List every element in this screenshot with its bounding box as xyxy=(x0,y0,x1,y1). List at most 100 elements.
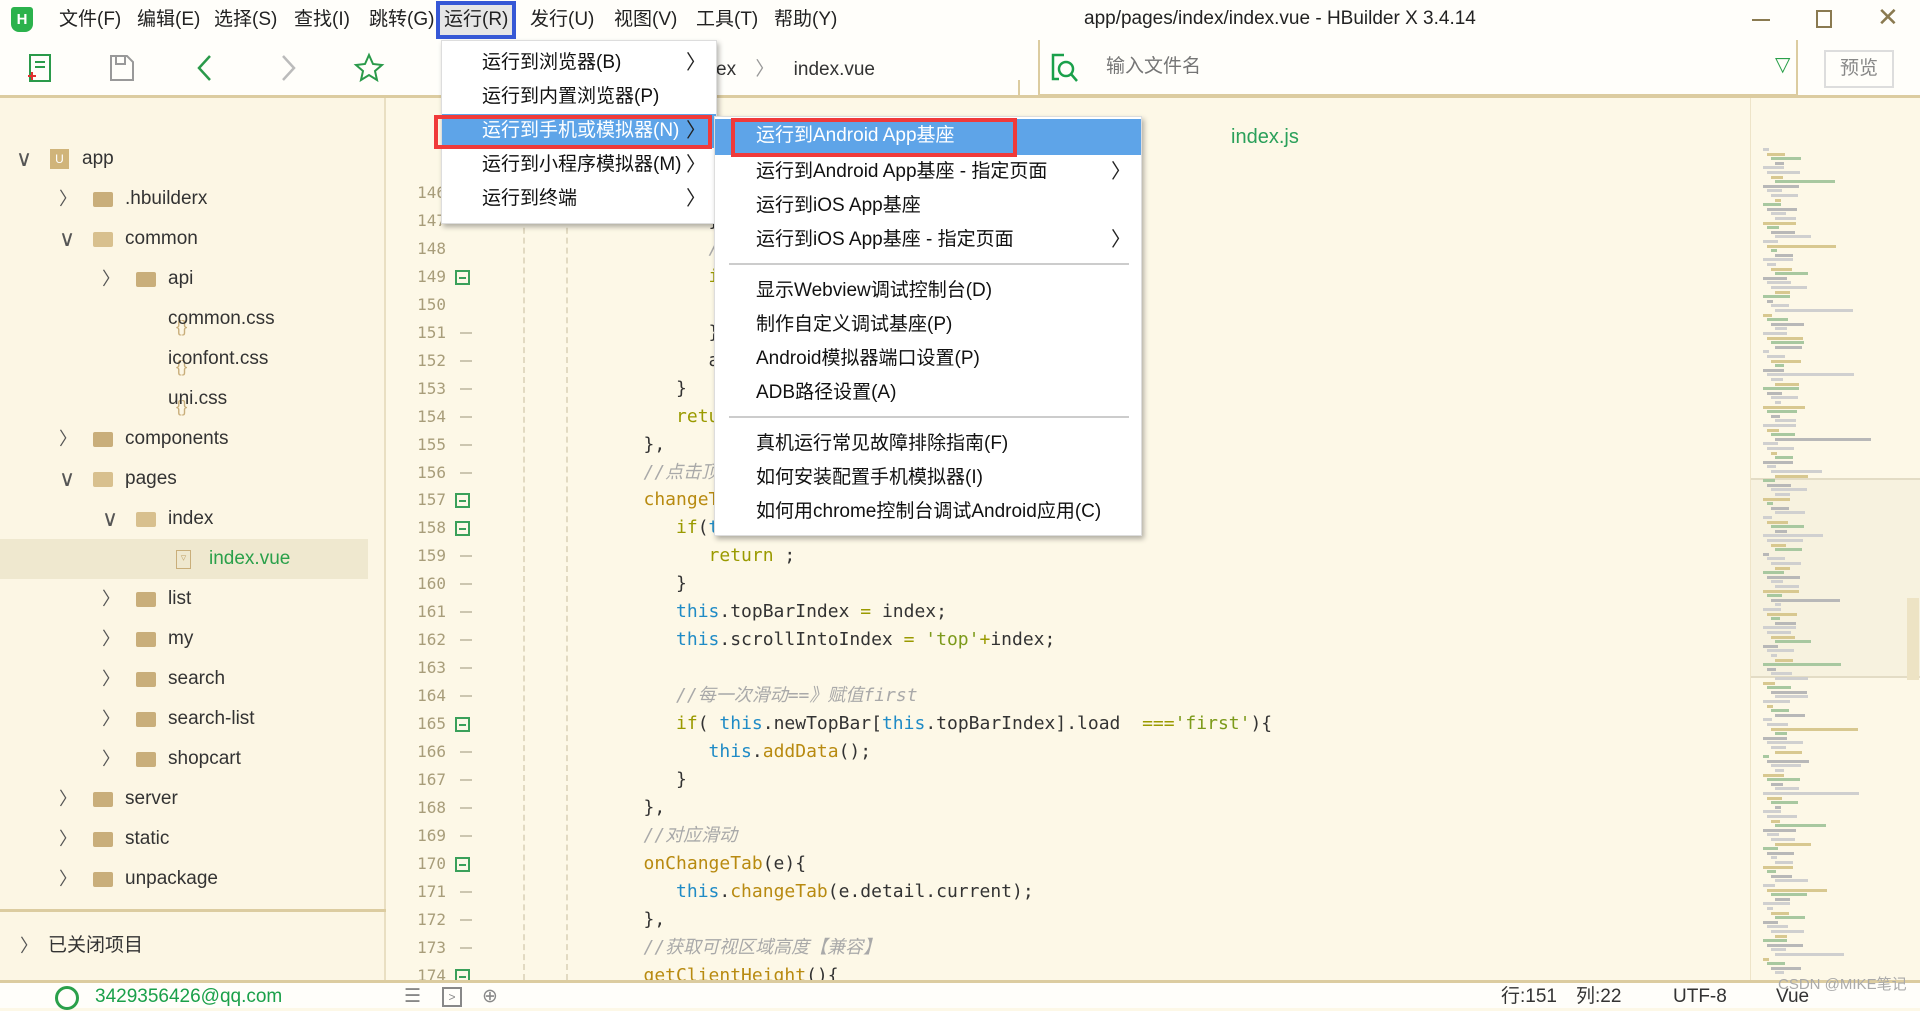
encoding[interactable]: UTF-8 xyxy=(1673,983,1727,1011)
tree-item[interactable]: ∨ common xyxy=(0,219,368,259)
fold-toggle-icon[interactable] xyxy=(455,521,470,537)
device-menu-item[interactable]: ADB路径设置(A) xyxy=(715,376,1141,410)
menu-8[interactable]: 工具(T) xyxy=(692,5,762,35)
chevron-right-icon[interactable]: 〉 xyxy=(102,699,120,739)
file-search-input[interactable] xyxy=(1106,52,1706,82)
menu-0[interactable]: 文件(F) xyxy=(55,5,125,35)
menu-4[interactable]: 跳转(G) xyxy=(365,5,438,35)
chevron-right-icon[interactable]: 〉 xyxy=(59,819,77,859)
menu-9[interactable]: 帮助(Y) xyxy=(770,5,841,35)
preview-button[interactable]: 预览 xyxy=(1824,50,1894,88)
scrollbar-thumb[interactable] xyxy=(1907,598,1919,680)
device-menu-item[interactable]: 制作自定义调试基座(P) xyxy=(715,308,1141,342)
chevron-right-icon[interactable]: 〉 xyxy=(59,419,77,459)
fold-toggle-icon[interactable] xyxy=(455,269,470,285)
restore-button[interactable] xyxy=(1816,10,1832,28)
star-icon[interactable] xyxy=(353,52,385,84)
menu-1[interactable]: 编辑(E) xyxy=(133,5,204,35)
minimap-line xyxy=(1775,364,1784,368)
menu-6[interactable]: 发行(U) xyxy=(526,5,598,35)
device-menu-item[interactable]: 真机运行常见故障排除指南(F) xyxy=(715,427,1141,461)
terminal-icon[interactable]: > xyxy=(442,987,462,1007)
new-file-icon[interactable] xyxy=(24,52,56,84)
tree-item[interactable]: 〉 search-list xyxy=(0,699,368,739)
device-menu-item[interactable]: Android模拟器端口设置(P) xyxy=(715,342,1141,376)
minimap-line xyxy=(1767,815,1797,818)
minimap[interactable] xyxy=(1750,98,1920,980)
chevron-down-icon[interactable]: ∨ xyxy=(59,459,75,499)
close-button[interactable]: ✕ xyxy=(1877,2,1899,33)
run-menu-item[interactable]: 运行到小程序模拟器(M) 〉 xyxy=(442,148,716,182)
device-menu-item[interactable]: 运行到iOS App基座 - 指定页面 〉 xyxy=(715,223,1141,257)
folder-icon xyxy=(93,872,113,887)
fold-toggle-icon[interactable] xyxy=(455,493,470,509)
tree-item[interactable]: 〉 search xyxy=(0,659,368,699)
cursor-column[interactable]: 列:22 xyxy=(1576,983,1621,1011)
tree-item[interactable]: 〉 list xyxy=(0,579,368,619)
chevron-down-icon[interactable]: ∨ xyxy=(102,499,118,539)
tree-item[interactable]: {} common.css xyxy=(0,299,368,339)
minimize-button[interactable] xyxy=(1752,19,1770,21)
tree-item[interactable]: {} uni.css xyxy=(0,379,368,419)
chevron-right-icon[interactable]: 〉 xyxy=(102,259,120,299)
closed-projects[interactable]: 〉 已关闭项目 xyxy=(0,926,386,966)
menu-5[interactable]: 运行(R) xyxy=(435,1,517,39)
menu-2[interactable]: 选择(S) xyxy=(210,5,281,35)
chevron-down-icon[interactable]: ∨ xyxy=(16,139,32,179)
chevron-right-icon[interactable]: 〉 xyxy=(102,659,120,699)
account-email[interactable]: 3429356426@qq.com xyxy=(95,983,282,1011)
account-icon[interactable] xyxy=(55,986,79,1010)
tree-item[interactable]: ∨ index xyxy=(0,499,368,539)
chevron-right-icon[interactable]: 〉 xyxy=(102,739,120,779)
back-icon[interactable] xyxy=(190,52,222,84)
run-menu-item[interactable]: 运行到浏览器(B) 〉 xyxy=(442,46,716,80)
list-icon[interactable]: ☰ xyxy=(404,983,421,1011)
tree-item[interactable]: ∨ Uapp xyxy=(0,139,368,179)
device-menu-item[interactable]: 显示Webview调试控制台(D) xyxy=(715,274,1141,308)
minimap-line xyxy=(1771,562,1801,565)
fold-toggle-icon[interactable] xyxy=(455,856,470,872)
tree-item[interactable]: 〉 static xyxy=(0,819,368,859)
breadcrumb-item[interactable]: ex xyxy=(716,59,736,80)
chevron-right-icon[interactable]: 〉 xyxy=(59,179,77,219)
device-menu-item[interactable]: 如何用chrome控制台调试Android应用(C) xyxy=(715,495,1141,529)
tree-item[interactable]: ▿ index.vue xyxy=(0,539,368,579)
minimap-line xyxy=(1767,447,1794,450)
run-menu-item[interactable]: 运行到内置浏览器(P) xyxy=(442,80,716,114)
tree-item[interactable]: 〉 components xyxy=(0,419,368,459)
menu-7[interactable]: 视图(V) xyxy=(610,5,681,35)
menu-3[interactable]: 查找(I) xyxy=(290,5,354,35)
run-menu-item[interactable]: 运行到终端 〉 xyxy=(442,182,716,216)
minimap-line xyxy=(1775,345,1802,349)
chevron-right-icon[interactable]: 〉 xyxy=(102,579,120,619)
filter-icon[interactable]: ▽ xyxy=(1775,52,1790,77)
breadcrumb: ex 〉 index.vue xyxy=(716,54,875,81)
breadcrumb-item[interactable]: index.vue xyxy=(794,59,875,80)
device-menu-item[interactable]: 如何安装配置手机模拟器(I) xyxy=(715,461,1141,495)
device-menu-item[interactable]: 运行到Android App基座 - 指定页面 〉 xyxy=(715,155,1141,189)
tree-item[interactable]: {} iconfont.css xyxy=(0,339,368,379)
tree-item[interactable]: 〉 server xyxy=(0,779,368,819)
tree-item[interactable]: ∨ pages xyxy=(0,459,368,499)
chevron-right-icon[interactable]: 〉 xyxy=(59,859,77,899)
device-menu-item[interactable]: 运行到iOS App基座 xyxy=(715,189,1141,223)
minimap-line xyxy=(1771,451,1777,455)
chevron-right-icon[interactable]: 〉 xyxy=(102,619,120,659)
save-icon[interactable] xyxy=(106,52,138,84)
tree-item[interactable]: 〉 .hbuilderx xyxy=(0,179,368,219)
file-search-box[interactable]: ▽ xyxy=(1038,40,1798,96)
editor-tab[interactable]: index.js xyxy=(1231,126,1299,149)
globe-icon[interactable]: ⊕ xyxy=(482,983,498,1011)
forward-icon[interactable] xyxy=(271,52,303,84)
fold-toggle-icon[interactable] xyxy=(455,717,470,733)
chevron-right-icon[interactable]: 〉 xyxy=(59,779,77,819)
cursor-line[interactable]: 行:151 xyxy=(1501,983,1557,1011)
code-token: }, xyxy=(611,908,666,930)
tree-item[interactable]: 〉 shopcart xyxy=(0,739,368,779)
chevron-down-icon[interactable]: ∨ xyxy=(59,219,75,259)
tree-item[interactable]: 〉 unpackage xyxy=(0,859,368,899)
tree-item[interactable]: 〉 my xyxy=(0,619,368,659)
fold-toggle-icon[interactable] xyxy=(455,968,470,980)
folder-icon xyxy=(93,792,113,807)
tree-item[interactable]: 〉 api xyxy=(0,259,368,299)
